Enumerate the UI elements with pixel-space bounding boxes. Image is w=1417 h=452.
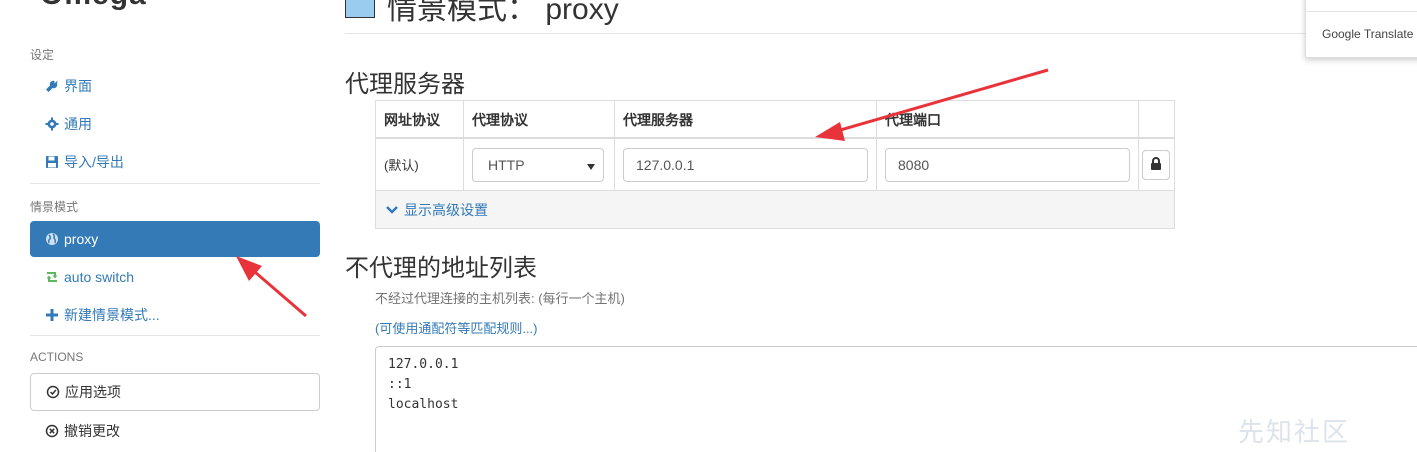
sidebar-item-label: proxy — [64, 231, 99, 247]
undo-changes-button[interactable]: 撤销更改 — [30, 414, 320, 448]
column-header-scheme: 网址协议 — [376, 101, 464, 139]
sidebar-item-label: 新建情景模式... — [64, 307, 160, 323]
app-brand: Omega — [40, 0, 147, 12]
server-cell: 127.0.0.1 — [615, 139, 877, 190]
popup-divider — [1306, 11, 1417, 12]
proxy-protocol-value: HTTP — [488, 156, 525, 173]
table-row: (默认) HTTP 127.0.0.1 8080 — [376, 139, 1174, 191]
actions-section-label: ACTIONS — [30, 350, 84, 364]
sidebar-item-label: 通用 — [64, 116, 92, 132]
port-cell: 8080 — [877, 139, 1139, 190]
auth-lock-button[interactable] — [1142, 149, 1170, 180]
protocol-cell: HTTP — [464, 139, 615, 190]
sidebar-item-proxy[interactable]: proxy — [30, 221, 320, 257]
page-header: 情景模式： proxy — [345, 0, 619, 28]
wildcard-rules-link[interactable]: (可使用通配符等匹配规则...) — [375, 318, 538, 337]
sidebar-item-auto-switch[interactable]: auto switch — [30, 259, 320, 295]
proxy-protocol-select[interactable]: HTTP — [472, 147, 604, 182]
plus-icon — [44, 307, 60, 323]
proxy-servers-table: 网址协议 代理协议 代理服务器 代理端口 (默认) HTTP 127.0.0.1… — [375, 100, 1175, 229]
sidebar-divider — [30, 335, 320, 336]
sidebar-item-interface[interactable]: 界面 — [30, 68, 320, 104]
lock-cell — [1139, 139, 1174, 190]
sidebar-divider — [30, 183, 320, 184]
check-circle-icon — [45, 384, 61, 400]
profile-color-swatch[interactable] — [345, 0, 375, 18]
wrench-icon — [44, 78, 60, 94]
undo-changes-label: 撤销更改 — [64, 423, 120, 439]
profiles-section-label: 情景模式 — [30, 200, 79, 214]
header-divider — [345, 33, 1417, 34]
show-advanced-label: 显示高级设置 — [404, 201, 488, 218]
proxy-server-input[interactable]: 127.0.0.1 — [623, 147, 868, 182]
sidebar-item-label: 导入/导出 — [64, 154, 124, 170]
chevron-down-icon — [386, 205, 398, 214]
column-header-port: 代理端口 — [877, 101, 1139, 139]
page-title: 情景模式： proxy — [387, 0, 619, 26]
sidebar-item-general[interactable]: 通用 — [30, 106, 320, 142]
sidebar-item-import-export[interactable]: 导入/导出 — [30, 144, 320, 180]
sidebar-item-new-profile[interactable]: 新建情景模式... — [30, 297, 320, 333]
apply-options-button[interactable]: 应用选项 — [30, 373, 320, 411]
proxy-port-input[interactable]: 8080 — [885, 147, 1130, 182]
watermark: 先知社区 — [1238, 417, 1351, 447]
column-header-protocol: 代理协议 — [464, 101, 615, 139]
settings-section-label: 设定 — [30, 48, 55, 62]
proxy-servers-heading: 代理服务器 — [345, 71, 465, 98]
sidebar-item-label: auto switch — [64, 269, 135, 285]
translate-popup: Google Translate — [1305, 0, 1417, 58]
gear-icon — [44, 116, 60, 132]
bypass-list-heading: 不代理的地址列表 — [345, 255, 537, 282]
sidebar: Omega 设定 界面 通用 导入/导出 情景模式 proxy auto swi… — [0, 0, 330, 452]
retweet-icon — [44, 269, 60, 285]
google-translate-label[interactable]: Google Translate — [1322, 27, 1413, 41]
table-header-row: 网址协议 代理协议 代理服务器 代理端口 — [376, 101, 1174, 139]
lock-icon — [1150, 156, 1162, 173]
apply-options-label: 应用选项 — [65, 384, 121, 400]
scheme-cell: (默认) — [376, 139, 464, 190]
bypass-help-text: 不经过代理连接的主机列表: (每行一个主机) — [375, 291, 625, 306]
globe-icon — [44, 231, 60, 247]
sidebar-item-label: 界面 — [64, 78, 92, 94]
x-circle-icon — [44, 423, 60, 439]
floppy-icon — [44, 154, 60, 170]
show-advanced-toggle[interactable]: 显示高级设置 — [376, 191, 1174, 228]
column-header-server: 代理服务器 — [615, 101, 877, 139]
caret-down-icon — [587, 157, 595, 173]
